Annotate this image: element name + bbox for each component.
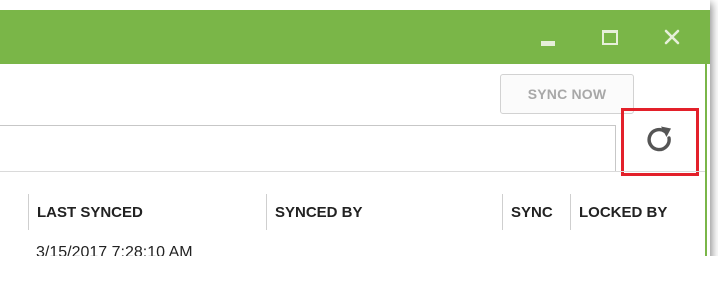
minimize-icon	[541, 40, 555, 46]
maximize-button[interactable]	[590, 10, 630, 64]
app-window: SYNC NOW LAST SYNCED SYNCED BY SYNC LOCK…	[0, 0, 710, 262]
minimize-button[interactable]	[528, 10, 568, 64]
column-header-sync[interactable]: SYNC	[502, 194, 570, 230]
column-header-last-synced[interactable]: LAST SYNCED	[28, 194, 266, 230]
torn-edge	[0, 256, 718, 296]
maximize-icon	[602, 29, 618, 45]
close-button[interactable]	[652, 10, 692, 64]
refresh-highlight	[621, 108, 699, 176]
title-bar	[0, 10, 710, 64]
window-border	[705, 64, 707, 262]
close-icon	[664, 29, 680, 45]
refresh-icon	[647, 126, 671, 151]
divider	[0, 171, 705, 172]
search-input[interactable]	[0, 125, 616, 172]
column-header-synced-by[interactable]: SYNCED BY	[266, 194, 504, 230]
column-header-locked-by[interactable]: LOCKED BY	[570, 194, 700, 230]
sync-now-button[interactable]: SYNC NOW	[500, 74, 634, 114]
refresh-button[interactable]	[644, 124, 676, 161]
